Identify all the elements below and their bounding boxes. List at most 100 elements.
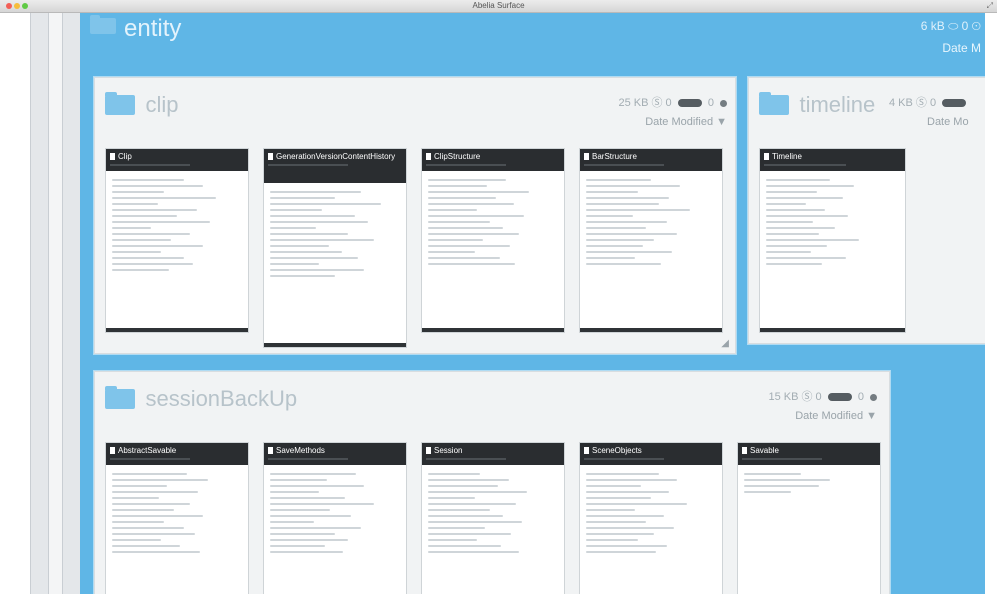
- toggle-pill-icon[interactable]: [942, 99, 967, 108]
- card-title: SceneObjects: [592, 446, 642, 455]
- card-title-row: Savable: [742, 446, 876, 455]
- card-subtitle: [584, 458, 665, 460]
- card-footer-bar: [264, 343, 406, 347]
- group-size: 25 KB: [618, 97, 649, 109]
- group-count: 0: [857, 391, 864, 403]
- group-sessionbackup[interactable]: sessionBackUp 15 KB Ⓢ 0 0 Date Modified …: [94, 371, 890, 598]
- card-subtitle: [584, 164, 665, 166]
- card-footer-bar: [422, 328, 564, 332]
- document-icon: [584, 447, 589, 454]
- card-header: SceneObjects: [580, 443, 722, 465]
- card-header: Session: [422, 443, 564, 465]
- card-subtitle: [426, 458, 507, 460]
- sort-dropdown[interactable]: Date Mo: [927, 116, 969, 128]
- file-card[interactable]: AbstractSavable: [105, 442, 249, 598]
- left-sidebar-rails: [0, 13, 82, 598]
- file-card[interactable]: Savable: [737, 442, 881, 598]
- document-icon: [268, 447, 273, 454]
- code-preview: [264, 183, 406, 289]
- sidebar-blank-pane: [0, 13, 30, 598]
- document-icon: [426, 447, 431, 454]
- folder-icon: [105, 92, 135, 115]
- code-preview: [738, 465, 880, 505]
- group-header: clip: [105, 92, 178, 122]
- code-preview: [760, 171, 905, 277]
- resize-handle-icon[interactable]: ◢: [721, 338, 729, 349]
- file-card[interactable]: ClipStructure: [421, 148, 565, 333]
- card-subtitle: [268, 458, 349, 460]
- document-icon: [742, 447, 747, 454]
- group-title: clip: [145, 92, 179, 117]
- card-subtitle: [268, 164, 349, 166]
- code-preview: [422, 171, 564, 277]
- toggle-pill-icon[interactable]: [827, 393, 852, 402]
- group-meta: 15 KB Ⓢ 0 0: [768, 388, 877, 404]
- group-count: 0: [707, 97, 714, 109]
- card-title-row: GenerationVersionContentHistory: [268, 152, 402, 161]
- file-card[interactable]: Session: [421, 442, 565, 598]
- card-footer-bar: [760, 328, 905, 332]
- sidebar-rail-3[interactable]: [62, 13, 82, 598]
- window-title: Abelia Surface: [472, 1, 525, 10]
- card-subtitle: [742, 458, 823, 460]
- group-title: sessionBackUp: [145, 386, 298, 411]
- card-title: Session: [434, 446, 463, 455]
- group-tag: Ⓢ 0: [915, 97, 937, 109]
- card-title: BarStructure: [592, 152, 637, 161]
- group-header: sessionBackUp: [105, 386, 297, 416]
- file-card[interactable]: Clip: [105, 148, 249, 333]
- card-footer-bar: [106, 328, 248, 332]
- status-dot-icon: [870, 393, 877, 401]
- entity-sort-button[interactable]: Date M: [942, 41, 981, 55]
- group-tag: Ⓢ 0: [801, 391, 822, 403]
- code-preview: [422, 465, 564, 565]
- card-footer-bar: [580, 328, 722, 332]
- code-preview: [106, 171, 248, 283]
- entity-header: entity: [90, 14, 181, 47]
- card-header: Timeline: [760, 149, 905, 171]
- document-icon: [110, 153, 115, 160]
- document-icon: [268, 153, 273, 160]
- sort-dropdown[interactable]: Date Modified ▼: [795, 410, 877, 422]
- folder-icon: [90, 14, 116, 34]
- card-header: BarStructure: [580, 149, 722, 171]
- sidebar-rail-2[interactable]: [48, 13, 63, 598]
- fullscreen-icon[interactable]: ⤢: [987, 1, 993, 11]
- file-card[interactable]: BarStructure: [579, 148, 723, 333]
- group-meta: 4 KB Ⓢ 0: [889, 94, 969, 110]
- card-header: ClipStructure: [422, 149, 564, 171]
- card-title: SaveMethods: [276, 446, 325, 455]
- entity-stats: 6 kB ⬭ 0 ⊙: [920, 19, 981, 33]
- entity-canvas[interactable]: entity 6 kB ⬭ 0 ⊙ Date M clip 25 KB Ⓢ 0 …: [80, 13, 985, 598]
- card-title-row: SceneObjects: [584, 446, 718, 455]
- card-subtitle: [426, 164, 507, 166]
- card-title-row: Timeline: [764, 152, 901, 161]
- file-card[interactable]: SceneObjects: [579, 442, 723, 598]
- card-title: Clip: [118, 152, 132, 161]
- group-title: timeline: [799, 92, 876, 117]
- code-preview: [580, 171, 722, 277]
- vertical-scrollbar[interactable]: [985, 13, 997, 598]
- folder-icon: [105, 386, 135, 409]
- card-title-row: Clip: [110, 152, 244, 161]
- card-header: SaveMethods: [264, 443, 406, 465]
- folder-icon: [759, 92, 789, 115]
- sort-dropdown[interactable]: Date Modified ▼: [645, 116, 727, 128]
- sidebar-rail-1[interactable]: [30, 13, 49, 598]
- card-title: Savable: [750, 446, 779, 455]
- file-card[interactable]: GenerationVersionContentHistory: [263, 148, 407, 348]
- group-size: 15 KB: [768, 391, 799, 403]
- code-preview: [106, 465, 248, 565]
- card-title-row: SaveMethods: [268, 446, 402, 455]
- document-icon: [584, 153, 589, 160]
- card-title: ClipStructure: [434, 152, 481, 161]
- group-clip[interactable]: clip 25 KB Ⓢ 0 0 Date Modified ▼ Clip Ge…: [94, 77, 736, 354]
- card-title-row: BarStructure: [584, 152, 718, 161]
- card-header: AbstractSavable: [106, 443, 248, 465]
- file-card[interactable]: Timeline: [759, 148, 906, 333]
- toggle-pill-icon[interactable]: [677, 99, 702, 108]
- group-timeline[interactable]: timeline 4 KB Ⓢ 0 Date Mo Timeline: [748, 77, 985, 344]
- group-meta: 25 KB Ⓢ 0 0: [618, 94, 727, 110]
- file-card[interactable]: SaveMethods: [263, 442, 407, 598]
- group-tag: Ⓢ 0: [651, 97, 672, 109]
